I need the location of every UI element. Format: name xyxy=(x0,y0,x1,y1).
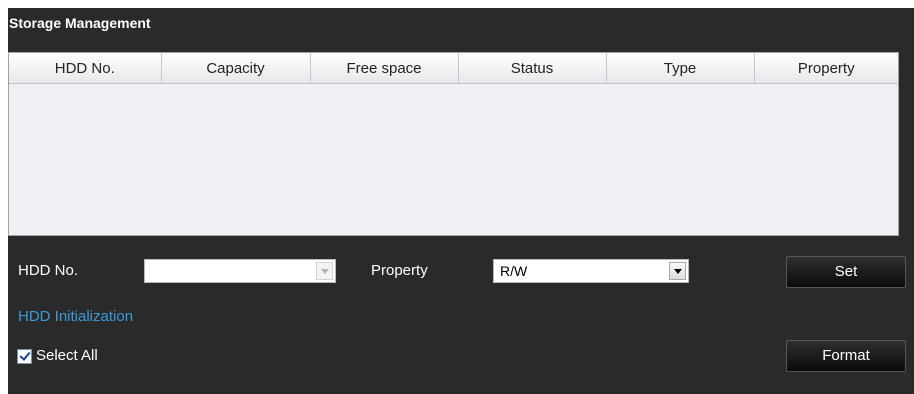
table-header-row: HDD No. Capacity Free space Status Type … xyxy=(9,53,898,84)
property-select-value: R/W xyxy=(500,263,528,279)
hdd-initialization-link[interactable]: HDD Initialization xyxy=(18,308,133,325)
format-button[interactable]: Format xyxy=(786,340,906,372)
hdd-table-grid: HDD No. Capacity Free space Status Type … xyxy=(9,53,898,84)
column-header-type[interactable]: Type xyxy=(606,53,755,84)
panel-title: Storage Management xyxy=(9,15,151,31)
select-all-checkbox[interactable] xyxy=(17,349,32,364)
hdd-no-label: HDD No. xyxy=(18,262,79,279)
column-header-property[interactable]: Property xyxy=(754,53,898,84)
column-header-free-space[interactable]: Free space xyxy=(310,53,459,84)
hdd-table: HDD No. Capacity Free space Status Type … xyxy=(8,52,899,236)
property-select[interactable]: R/W xyxy=(493,259,689,283)
select-all-label[interactable]: Select All xyxy=(36,347,98,364)
column-header-status[interactable]: Status xyxy=(458,53,607,84)
column-header-hdd-no[interactable]: HDD No. xyxy=(9,53,162,84)
column-header-capacity[interactable]: Capacity xyxy=(161,53,311,84)
property-label: Property xyxy=(371,262,428,279)
hdd-no-select[interactable] xyxy=(144,259,336,283)
chevron-down-icon[interactable] xyxy=(316,262,333,280)
chevron-down-icon[interactable] xyxy=(669,262,686,280)
set-button[interactable]: Set xyxy=(786,256,906,288)
